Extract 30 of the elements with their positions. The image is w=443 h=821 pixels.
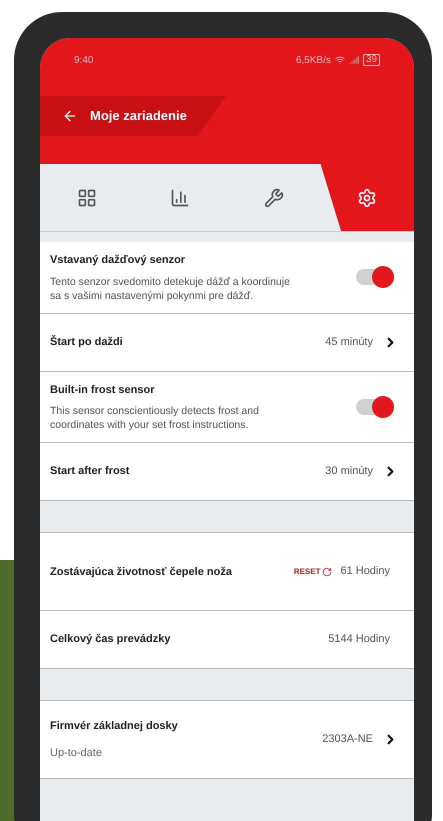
reset-button[interactable]: RESET (294, 566, 332, 578)
screen-title: Moje zariadenie (90, 107, 187, 126)
setting-row[interactable]: Štart po daždi 45 minúty (40, 314, 414, 372)
setting-value: 30 minúty (325, 464, 373, 480)
setting-title: Start after frost (50, 464, 130, 480)
setting-title: Zostávajúca životnosť čepele noža (50, 564, 233, 580)
reset-icon (322, 566, 332, 576)
setting-title: Štart po daždi (50, 334, 124, 350)
wifi-icon (334, 55, 345, 65)
setting-description: Tento senzor svedomito detekuje dážď a koordinuje sa s vašimi nastavenými pokynmi pre dážď. (50, 274, 291, 302)
status-time: 9:40 (74, 54, 94, 68)
settings-icon (357, 188, 378, 208)
network-speed: 6,5KB/s (296, 54, 331, 68)
setting-value: 5144 Hodiny (328, 632, 390, 648)
bar-chart-icon (170, 188, 190, 208)
setting-title: Firmvér základnej dosky (50, 719, 179, 734)
setting-title: Vstavaný dažďový senzor (50, 253, 186, 268)
setting-row[interactable]: Firmvér základnej dosky Up-to-date 2303A-NE (40, 701, 414, 779)
setting-value: 61 Hodiny (340, 564, 390, 580)
signal-icon (348, 55, 359, 65)
setting-value: 2303A-NE (322, 732, 373, 748)
grid-icon (76, 188, 97, 208)
wrench-icon (264, 188, 284, 208)
setting-description: This sensor conscientiously detects frost and coordinates with your set frost instructions. (50, 404, 260, 432)
setting-row[interactable]: Start after frost 30 minúty (40, 443, 414, 501)
setting-subtitle: Up-to-date (50, 746, 103, 760)
setting-value: 45 minúty (325, 334, 373, 350)
setting-title: Celkový čas prevádzky (50, 632, 172, 648)
setting-title: Built-in frost sensor (50, 382, 156, 398)
battery-level: 39 (362, 54, 380, 66)
